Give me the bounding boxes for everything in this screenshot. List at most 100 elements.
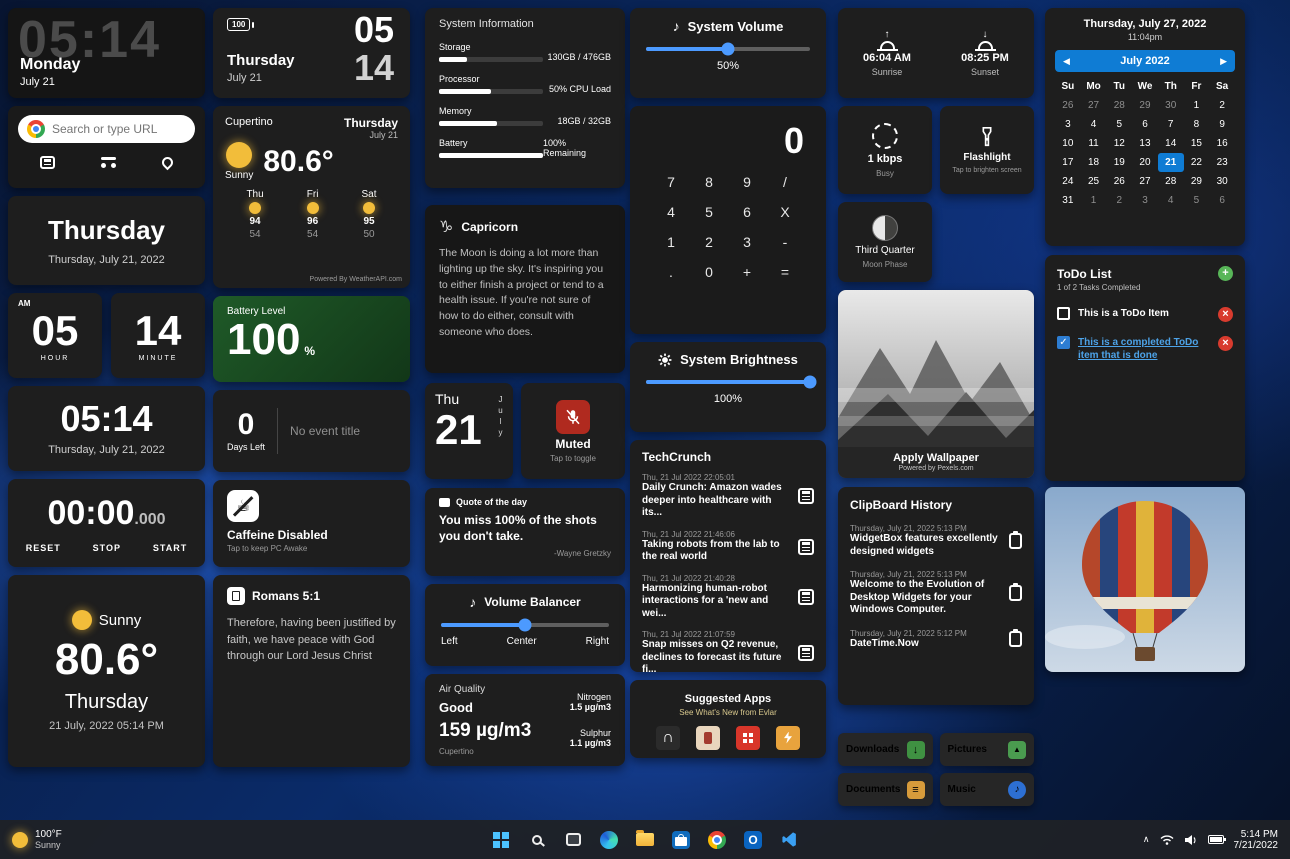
- folder-music[interactable]: Music ♪: [939, 773, 1034, 806]
- todo-checkbox[interactable]: ✓: [1057, 307, 1070, 320]
- tray-chevron-icon[interactable]: ∧: [1143, 834, 1150, 845]
- folder-pictures[interactable]: Pictures ▲: [939, 733, 1034, 766]
- calendar-day[interactable]: 27: [1132, 172, 1158, 191]
- calendar-day[interactable]: 7: [1158, 115, 1184, 134]
- clipboard-item[interactable]: Thursday, July 21, 2022 5:12 PM DateTime…: [850, 623, 1022, 657]
- file-explorer-icon[interactable]: [633, 828, 657, 852]
- calendar-day[interactable]: 26: [1055, 96, 1081, 115]
- calendar-day[interactable]: 12: [1106, 134, 1132, 153]
- caffeine-widget[interactable]: ☕ Caffeine Disabled Tap to keep PC Awake: [213, 480, 410, 567]
- calculator-key[interactable]: 2: [690, 234, 728, 250]
- calendar-day[interactable]: 13: [1132, 134, 1158, 153]
- calculator-key[interactable]: +: [728, 264, 766, 280]
- grid-app-icon[interactable]: [736, 725, 760, 750]
- calendar-day[interactable]: 2: [1209, 96, 1235, 115]
- flashlight-widget[interactable]: Flashlight Tap to brighten screen: [940, 106, 1034, 194]
- calculator-key[interactable]: 1: [652, 234, 690, 250]
- calculator-key[interactable]: 4: [652, 204, 690, 220]
- location-icon[interactable]: [159, 154, 176, 171]
- calendar-day[interactable]: 11: [1081, 134, 1107, 153]
- calendar-day[interactable]: 2: [1106, 191, 1132, 210]
- calendar-day[interactable]: 10: [1055, 134, 1081, 153]
- stopwatch-button[interactable]: RESET: [26, 543, 61, 553]
- calendar-day[interactable]: 19: [1106, 153, 1132, 172]
- chrome-taskbar-icon[interactable]: [705, 828, 729, 852]
- calendar-day[interactable]: 4: [1158, 191, 1184, 210]
- calculator-key[interactable]: .: [652, 264, 690, 280]
- calendar-day[interactable]: 5: [1106, 115, 1132, 134]
- calendar-day[interactable]: 30: [1158, 96, 1184, 115]
- delete-task-button[interactable]: ×: [1218, 336, 1233, 351]
- calendar-day[interactable]: 31: [1055, 191, 1081, 210]
- calculator-key[interactable]: 0: [690, 264, 728, 280]
- calendar-next-icon[interactable]: ▶: [1220, 56, 1227, 67]
- calculator-key[interactable]: 7: [652, 174, 690, 190]
- calendar-day[interactable]: 9: [1209, 115, 1235, 134]
- task-view-icon[interactable]: [561, 828, 585, 852]
- wallpaper-widget[interactable]: Apply Wallpaper Powered by Pexels.com: [838, 290, 1034, 478]
- calendar-day[interactable]: 1: [1081, 191, 1107, 210]
- calendar-day[interactable]: 26: [1106, 172, 1132, 191]
- calendar-day[interactable]: 14: [1158, 134, 1184, 153]
- calendar-day[interactable]: 24: [1055, 172, 1081, 191]
- search-bar[interactable]: [18, 115, 195, 143]
- edge-icon[interactable]: [597, 828, 621, 852]
- calendar-prev-icon[interactable]: ◀: [1063, 56, 1070, 67]
- calendar-day[interactable]: 29: [1184, 172, 1210, 191]
- battery-tray-icon[interactable]: [1207, 835, 1226, 844]
- volume-icon[interactable]: [1184, 834, 1198, 846]
- bolt-app-icon[interactable]: [776, 725, 800, 750]
- apply-wallpaper-label[interactable]: Apply Wallpaper: [893, 452, 979, 464]
- delete-task-button[interactable]: ×: [1218, 307, 1233, 322]
- calculator-key[interactable]: 5: [690, 204, 728, 220]
- calendar-day[interactable]: 16: [1209, 134, 1235, 153]
- news-item[interactable]: Thu, 21 Jul 2022 21:40:28 Harmonizing hu…: [642, 569, 814, 626]
- search-input[interactable]: [52, 122, 182, 136]
- calendar-day[interactable]: 22: [1184, 153, 1210, 172]
- calendar-day[interactable]: 25: [1081, 172, 1107, 191]
- calendar-day[interactable]: 20: [1132, 153, 1158, 172]
- folder-downloads[interactable]: Downloads ↓: [838, 733, 933, 766]
- calendar-day[interactable]: 27: [1081, 96, 1107, 115]
- add-task-button[interactable]: +: [1218, 266, 1233, 281]
- calculator-key[interactable]: 8: [690, 174, 728, 190]
- calendar-day[interactable]: 3: [1132, 191, 1158, 210]
- calendar-day[interactable]: 6: [1132, 115, 1158, 134]
- outlook-icon[interactable]: O: [741, 828, 765, 852]
- calculator-key[interactable]: /: [766, 174, 804, 190]
- calendar-day[interactable]: 5: [1184, 191, 1210, 210]
- calculator-key[interactable]: 3: [728, 234, 766, 250]
- calculator-key[interactable]: 6: [728, 204, 766, 220]
- stopwatch-button[interactable]: STOP: [93, 543, 121, 553]
- calculator-key[interactable]: =: [766, 264, 804, 280]
- calendar-day[interactable]: 3: [1055, 115, 1081, 134]
- calendar-day[interactable]: 21: [1157, 153, 1184, 172]
- calculator-key[interactable]: X: [766, 204, 804, 220]
- calendar-day[interactable]: 28: [1106, 96, 1132, 115]
- stopwatch-button[interactable]: START: [153, 543, 187, 553]
- calculator-key[interactable]: -: [766, 234, 804, 250]
- volume-slider[interactable]: [646, 47, 810, 51]
- calendar-day[interactable]: 17: [1055, 153, 1081, 172]
- headphones-app-icon[interactable]: ∩: [656, 725, 680, 750]
- calendar-day[interactable]: 1: [1184, 96, 1210, 115]
- clipboard-item[interactable]: Thursday, July 21, 2022 5:13 PM Welcome …: [850, 564, 1022, 623]
- balance-slider[interactable]: [441, 623, 609, 627]
- folder-documents[interactable]: Documents ≡: [838, 773, 933, 806]
- taskbar-clock[interactable]: 5:14 PM 7/21/2022: [1234, 829, 1279, 851]
- microsoft-store-icon[interactable]: [669, 828, 693, 852]
- calendar-day[interactable]: 15: [1184, 134, 1210, 153]
- calendar-day[interactable]: 28: [1158, 172, 1184, 191]
- news-item[interactable]: Thu, 21 Jul 2022 22:05:01 Daily Crunch: …: [642, 468, 814, 525]
- start-button[interactable]: [489, 828, 513, 852]
- calendar-day[interactable]: 29: [1132, 96, 1158, 115]
- calendar-day[interactable]: 18: [1081, 153, 1107, 172]
- search-taskbar-icon[interactable]: [525, 828, 549, 852]
- taskbar-weather[interactable]: 100°F Sunny: [0, 829, 74, 850]
- calendar-day[interactable]: 30: [1209, 172, 1235, 191]
- news-item[interactable]: Thu, 21 Jul 2022 21:07:59 Snap misses on…: [642, 625, 814, 672]
- clipboard-item[interactable]: Thursday, July 21, 2022 5:13 PM WidgetBo…: [850, 518, 1022, 564]
- calendar-day[interactable]: 8: [1184, 115, 1210, 134]
- wifi-icon[interactable]: [1160, 834, 1174, 845]
- news-icon[interactable]: [40, 156, 55, 169]
